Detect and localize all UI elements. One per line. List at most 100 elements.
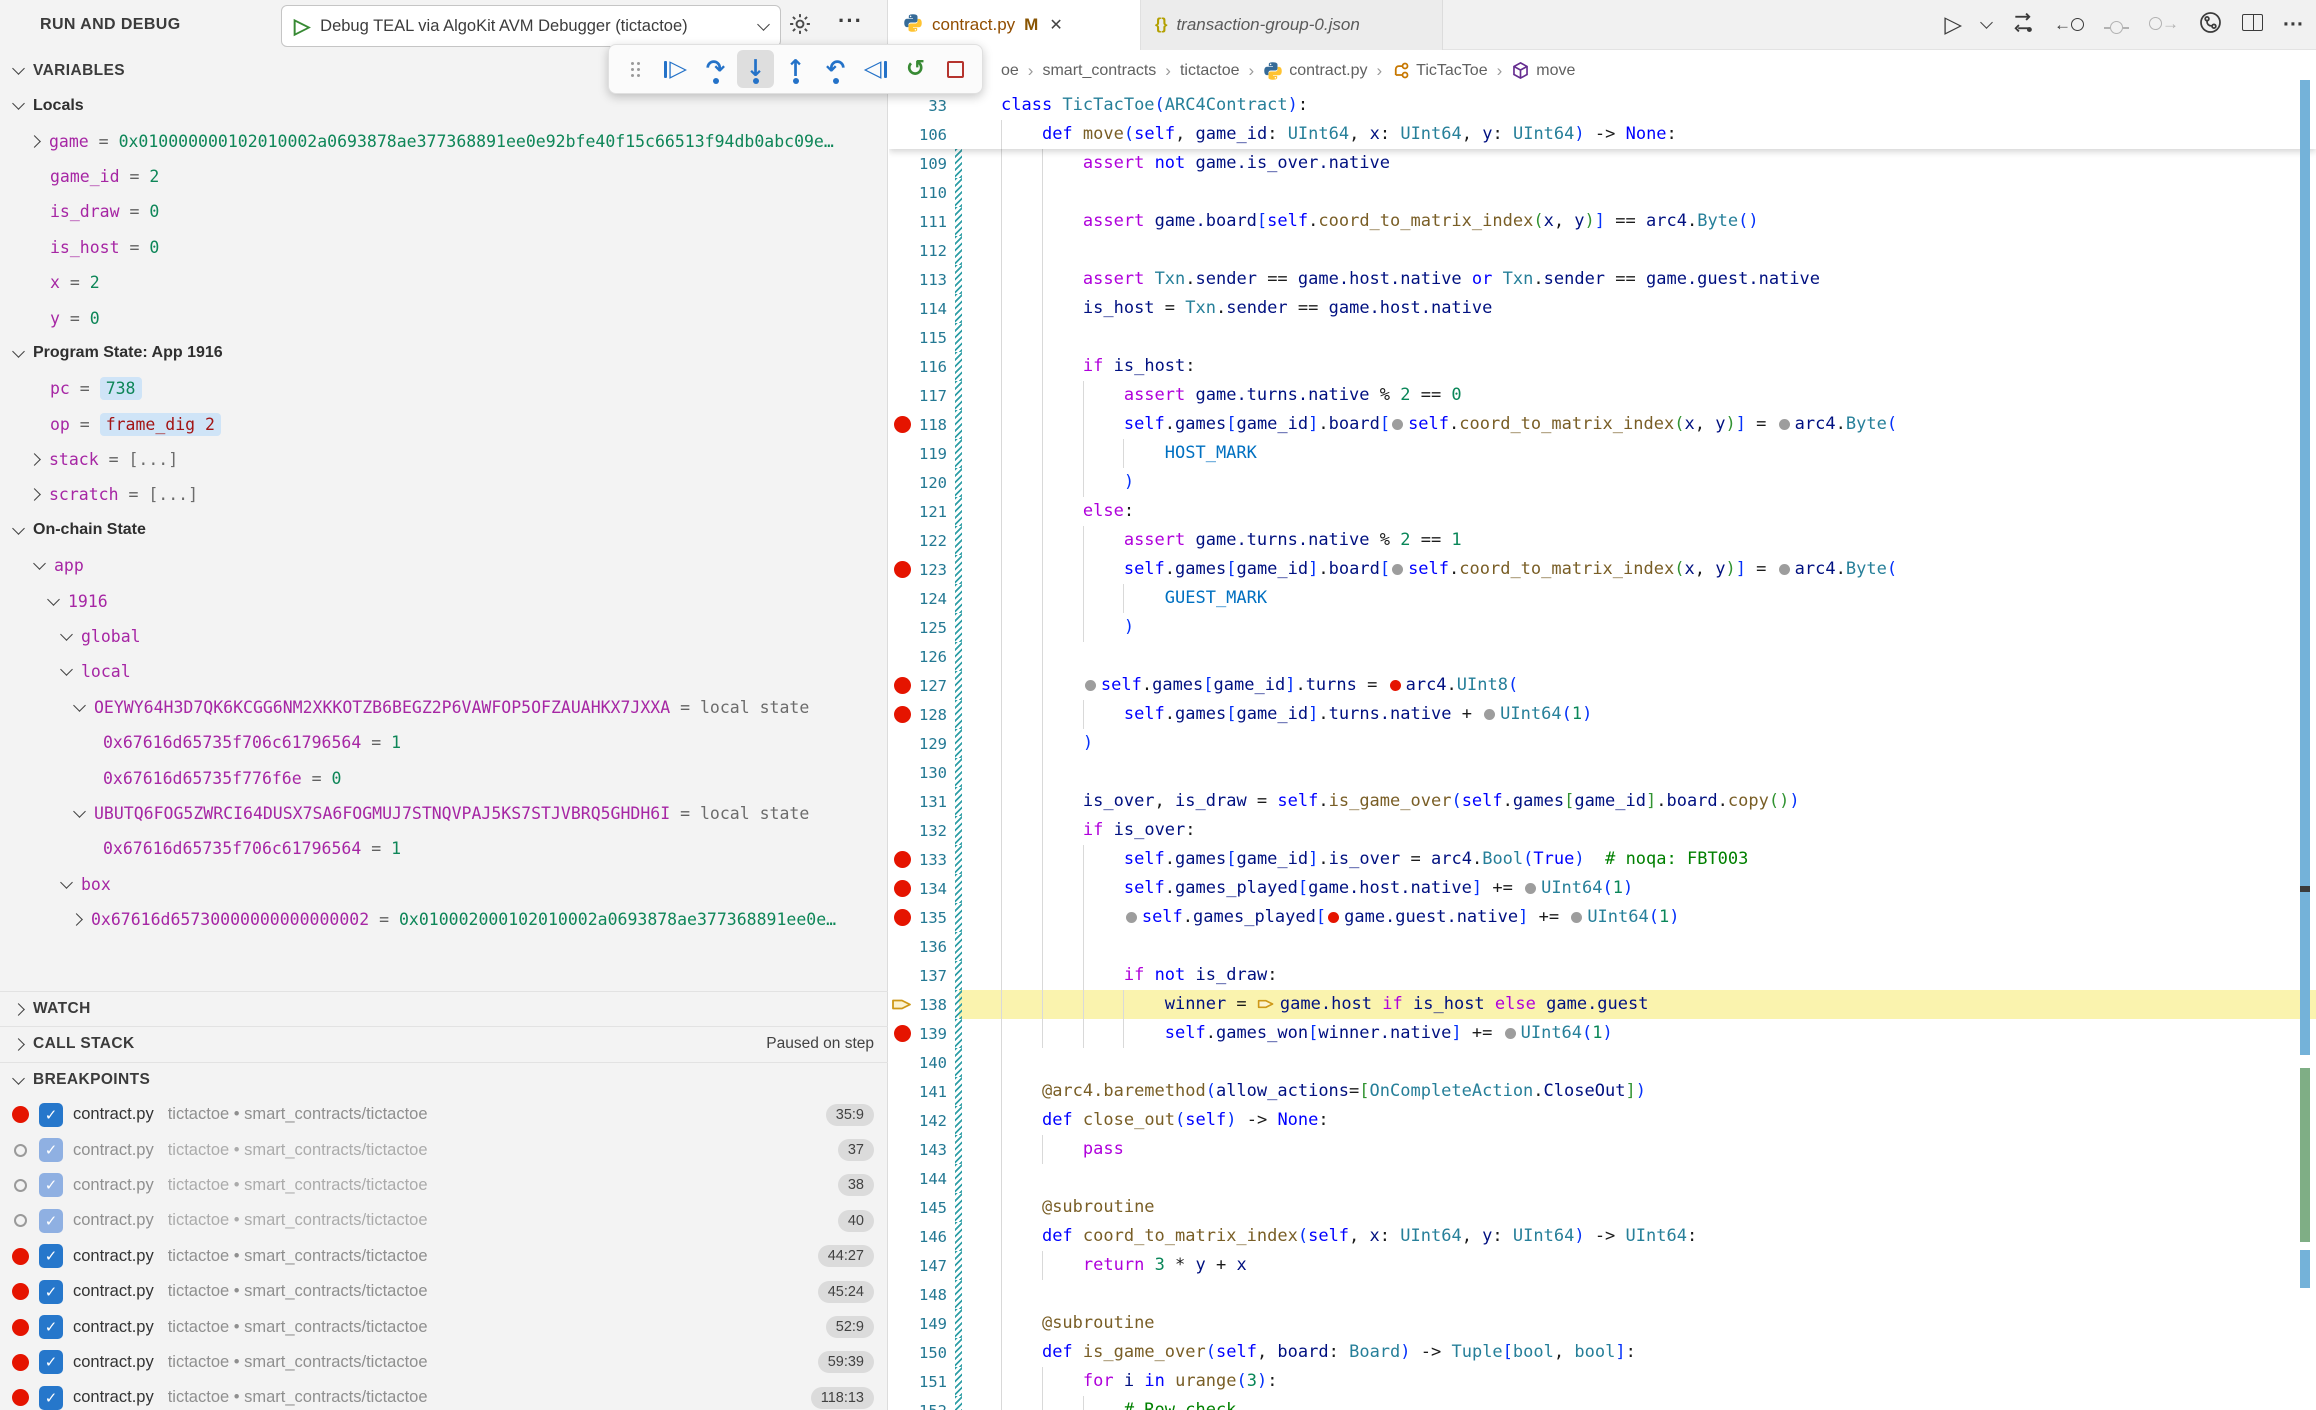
chevron-down-icon[interactable]: [60, 664, 73, 677]
line-number[interactable]: 139: [915, 1025, 947, 1043]
breadcrumb-item-oe[interactable]: oe: [1001, 62, 1019, 80]
line-number[interactable]: 130: [915, 764, 947, 782]
breakpoint-row[interactable]: ✓contract.pytictactoe • smart_contracts/…: [0, 1203, 888, 1238]
watch-section-header[interactable]: WATCH: [0, 991, 888, 1026]
code-line[interactable]: 148: [889, 1280, 2316, 1309]
code-text[interactable]: assert game.turns.native % 2 == 1: [1001, 526, 1462, 555]
line-number[interactable]: 148: [915, 1286, 947, 1304]
line-number[interactable]: 110: [915, 184, 947, 202]
code-line[interactable]: 129 ): [889, 729, 2316, 758]
breakpoint-icon[interactable]: [894, 1025, 911, 1042]
inline-step-target-icon[interactable]: [1525, 883, 1536, 894]
code-line[interactable]: 144: [889, 1164, 2316, 1193]
variable-row[interactable]: app: [0, 548, 888, 583]
code-line[interactable]: 115: [889, 323, 2316, 352]
breakpoint-icon[interactable]: [894, 706, 911, 723]
code-line[interactable]: 126: [889, 642, 2316, 671]
code-text[interactable]: assert Txn.sender == game.host.native or…: [1001, 265, 1820, 294]
code-line[interactable]: 113 assert Txn.sender == game.host.nativ…: [889, 265, 2316, 294]
tab-transaction-group-json[interactable]: {} transaction-group-0.json: [1141, 0, 1443, 50]
code-line[interactable]: 116 if is_host:: [889, 352, 2316, 381]
line-number[interactable]: 126: [915, 648, 947, 666]
variable-row[interactable]: game_id = 2: [0, 159, 888, 194]
code-text[interactable]: class TicTacToe(ARC4Contract):: [1001, 91, 1308, 120]
reverse-continue-button[interactable]: ◁: [857, 50, 894, 88]
breakpoint-gutter[interactable]: [889, 561, 915, 578]
code-text[interactable]: is_over, is_draw = self.is_game_over(sel…: [1001, 787, 1800, 816]
code-text[interactable]: ): [1001, 613, 1134, 642]
breakpoint-row[interactable]: ✓contract.pytictactoe • smart_contracts/…: [0, 1380, 888, 1410]
code-line[interactable]: 109 assert not game.is_over.native: [889, 149, 2316, 178]
variable-row[interactable]: pc = 738: [0, 371, 888, 406]
line-number[interactable]: 122: [915, 532, 947, 550]
current-line-pointer-icon[interactable]: [889, 996, 915, 1013]
breakpoint-icon[interactable]: [894, 677, 911, 694]
stop-button[interactable]: [937, 50, 974, 88]
chevron-down-icon[interactable]: [12, 345, 25, 358]
code-line[interactable]: 151 for i in urange(3):: [889, 1367, 2316, 1396]
breakpoint-icon[interactable]: [12, 1283, 29, 1300]
breakpoint-checkbox[interactable]: ✓: [39, 1315, 63, 1339]
line-number[interactable]: 149: [915, 1315, 947, 1333]
inline-step-target-icon[interactable]: [1505, 1028, 1516, 1039]
variable-row[interactable]: global: [0, 619, 888, 654]
code-line[interactable]: 143 pass: [889, 1135, 2316, 1164]
code-text[interactable]: assert game.board[self.coord_to_matrix_i…: [1001, 207, 1759, 236]
line-number[interactable]: 112: [915, 242, 947, 260]
code-line[interactable]: 138 winner = game.host if is_host else g…: [889, 990, 2316, 1019]
line-number[interactable]: 118: [915, 416, 947, 434]
variable-row[interactable]: OEYWY64H3D7QK6KCGG6NM2XKKOTZB6BEGZ2P6VAW…: [0, 690, 888, 725]
breakpoint-icon[interactable]: [894, 909, 911, 926]
code-line[interactable]: 133 self.games[game_id].is_over = arc4.B…: [889, 845, 2316, 874]
line-number[interactable]: 134: [915, 880, 947, 898]
variable-row[interactable]: Program State: App 1916: [0, 336, 888, 371]
breakpoint-checkbox[interactable]: ✓: [39, 1209, 63, 1233]
variable-row[interactable]: UBUTQ6FOG5ZWRCI64DUSX7SA6FOGMUJ7STNQVPAJ…: [0, 796, 888, 831]
line-number[interactable]: 116: [915, 358, 947, 376]
line-number[interactable]: 121: [915, 503, 947, 521]
call-stack-section-header[interactable]: CALL STACK Paused on step: [0, 1026, 888, 1061]
code-text[interactable]: self.games_played[game.host.native] += U…: [1001, 874, 1633, 903]
line-number[interactable]: 119: [915, 445, 947, 463]
code-line[interactable]: 137 if not is_draw:: [889, 961, 2316, 990]
breakpoint-unverified-icon[interactable]: [14, 1214, 27, 1227]
code-line[interactable]: 111 assert game.board[self.coord_to_matr…: [889, 207, 2316, 236]
chevron-down-icon[interactable]: [12, 97, 25, 110]
line-number[interactable]: 113: [915, 271, 947, 289]
line-number[interactable]: 138: [915, 996, 947, 1014]
line-number[interactable]: 117: [915, 387, 947, 405]
code-text[interactable]: self.games[game_id].board[self.coord_to_…: [1001, 555, 1897, 584]
chevron-down-icon[interactable]: [73, 699, 86, 712]
code-line[interactable]: 139 self.games_won[winner.native] += UIn…: [889, 1019, 2316, 1048]
breakpoint-gutter[interactable]: [889, 880, 915, 897]
code-line[interactable]: 106 def move(self, game_id: UInt64, x: U…: [889, 120, 2316, 149]
code-text[interactable]: @subroutine: [1001, 1309, 1155, 1338]
breakpoint-gutter[interactable]: [889, 706, 915, 723]
inline-step-target-icon[interactable]: [1571, 912, 1582, 923]
code-line[interactable]: 142 def close_out(self) -> None:: [889, 1106, 2316, 1135]
line-number[interactable]: 135: [915, 909, 947, 927]
variable-row[interactable]: is_host = 0: [0, 230, 888, 265]
code-text[interactable]: HOST_MARK: [1001, 439, 1257, 468]
more-actions-icon[interactable]: ···: [2283, 13, 2304, 37]
code-text[interactable]: self.games[game_id].is_over = arc4.Bool(…: [1001, 845, 1748, 874]
code-text[interactable]: def is_game_over(self, board: Board) -> …: [1001, 1338, 1636, 1367]
line-number[interactable]: 125: [915, 619, 947, 637]
breadcrumb-item-move[interactable]: move: [1511, 61, 1575, 80]
variable-row[interactable]: x = 2: [0, 265, 888, 300]
code-line[interactable]: 124 GUEST_MARK: [889, 584, 2316, 613]
inline-step-target-icon[interactable]: [1392, 564, 1403, 575]
code-line[interactable]: 123 self.games[game_id].board[self.coord…: [889, 555, 2316, 584]
code-text[interactable]: self.games[game_id].turns.native + UInt6…: [1001, 700, 1592, 729]
code-text[interactable]: def move(self, game_id: UInt64, x: UInt6…: [1001, 120, 1677, 149]
line-number[interactable]: 145: [915, 1199, 947, 1217]
code-text[interactable]: pass: [1001, 1135, 1124, 1164]
code-editor[interactable]: 33class TicTacToe(ARC4Contract):106 def …: [889, 91, 2316, 1410]
chevron-right-icon[interactable]: [28, 135, 41, 148]
breakpoint-row[interactable]: ✓contract.pytictactoe • smart_contracts/…: [0, 1168, 888, 1203]
code-text[interactable]: self.games[game_id].board[self.coord_to_…: [1001, 410, 1897, 439]
breakpoint-checkbox[interactable]: ✓: [39, 1244, 63, 1268]
variable-row[interactable]: local: [0, 654, 888, 689]
chevron-down-icon[interactable]: [60, 628, 73, 641]
code-text[interactable]: # Row check: [1001, 1396, 1236, 1410]
